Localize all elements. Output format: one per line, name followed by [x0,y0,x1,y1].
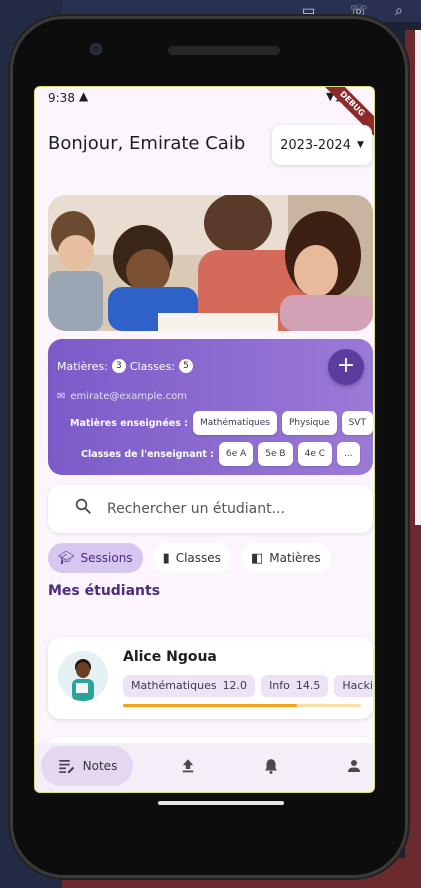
teacher-classes-label: Classes de l'enseignant : [81,448,215,460]
grade-chip: Mathématiques 12.0 [123,675,256,697]
nav-notifications[interactable] [256,746,286,786]
tab-matieres[interactable]: ◧ Matières [240,543,331,573]
search-input[interactable] [105,496,359,522]
tab-label: Classes [175,551,221,565]
open-book-icon: ◧ [250,550,264,566]
subject-chip[interactable]: Physique [281,411,337,435]
classes-count-badge: 5 [179,359,194,373]
tab-label: Sessions [80,551,133,565]
nav-upload[interactable] [173,746,203,786]
section-title: Mes étudiants [48,583,161,599]
bottom-navigation: Notes [35,743,374,792]
bell-icon [265,759,277,774]
student-avatar-illustration [58,651,108,701]
add-button[interactable]: + [328,349,364,385]
home-indicator [158,801,284,805]
classroom-illustration [48,195,373,331]
taught-subjects-label: Matières enseignées : [70,417,188,429]
more-classes-chip[interactable]: ... [337,442,360,466]
book-icon: ▮ [162,550,170,566]
teacher-summary-card: Matières: 3 Classes: 5 + ✉ emirate@examp… [48,339,373,475]
person-icon [348,760,360,772]
class-chip[interactable]: 4e C [297,442,333,466]
classes-count-label: Classes: [129,359,176,373]
student-search-bar[interactable] [48,485,373,533]
school-year-value: 2023-2024 [280,137,351,153]
grade-chips-row: Mathématiques 12.0 Info 14.5 Hacki [123,675,373,697]
teacher-email: emirate@example.com [70,391,187,402]
grade-subject: Info [269,679,290,692]
status-bar: 9:38 ▲ ▼◢▮ [35,87,374,109]
search-toolbar-icon[interactable]: ⌕ [395,3,403,19]
subject-chip[interactable]: SVT [341,411,373,435]
front-camera [90,43,102,55]
taught-subjects-row: Matières enseignées : Mathématiques Phys… [70,411,373,435]
grade-chip: Hacki [334,675,373,697]
hero-image [48,195,373,331]
nav-label: Notes [82,759,118,773]
grade-chip: Info 14.5 [261,675,329,697]
grade-subject: Mathématiques [131,679,217,692]
app-screen: 9:38 ▲ ▼◢▮ DEBUG Bonjour, Emirate Caib 2… [34,86,375,793]
avatar [58,651,108,701]
desktop-side-window [415,30,421,525]
tab-sessions[interactable]: 🎓︎ Sessions [48,543,143,573]
nav-profile[interactable] [339,746,369,786]
grade-subject: Hacki [342,679,373,692]
graduation-cap-icon: 🎓︎ [58,550,75,566]
progress-bar-fill [123,704,297,707]
school-year-dropdown[interactable]: 2023-2024 ▼ [272,125,372,165]
class-chip[interactable]: 5e B [258,442,293,466]
status-time: 9:38 [48,91,75,105]
notes-icon [58,760,74,774]
counts-row: Matières: 3 Classes: 5 [57,359,194,373]
progress-bar [123,704,361,707]
warning-icon: ▲ [79,89,89,103]
phone-speaker [168,46,280,55]
subject-chip[interactable]: Mathématiques [192,411,277,435]
tab-label: Matières [269,551,321,565]
class-chip[interactable]: 6e A [219,442,254,466]
subjects-count-label: Matières: [57,359,108,373]
email-row: ✉ emirate@example.com [57,391,187,402]
subjects-count-badge: 3 [111,359,126,373]
mail-icon: ✉ [57,391,66,402]
upload-icon [182,759,194,773]
filter-tabs: 🎓︎ Sessions ▮ Classes ◧ Matières [48,543,331,573]
greeting-title: Bonjour, Emirate Caib [48,133,246,154]
student-name: Alice Ngoua [123,649,217,665]
tab-classes[interactable]: ▮ Classes [152,543,231,573]
grade-value: 12.0 [222,679,248,692]
search-icon [75,498,91,514]
grade-value: 14.5 [295,679,321,692]
caret-down-icon: ▼ [356,140,364,150]
student-card[interactable]: Alice Ngoua Mathématiques 12.0 Info 14.5 H… [48,637,373,719]
nav-notes[interactable]: Notes [41,746,133,786]
phone-frame: 9:38 ▲ ▼◢▮ DEBUG Bonjour, Emirate Caib 2… [10,16,408,878]
teacher-classes-row: Classes de l'enseignant : 6e A 5e B 4e C… [81,442,360,466]
